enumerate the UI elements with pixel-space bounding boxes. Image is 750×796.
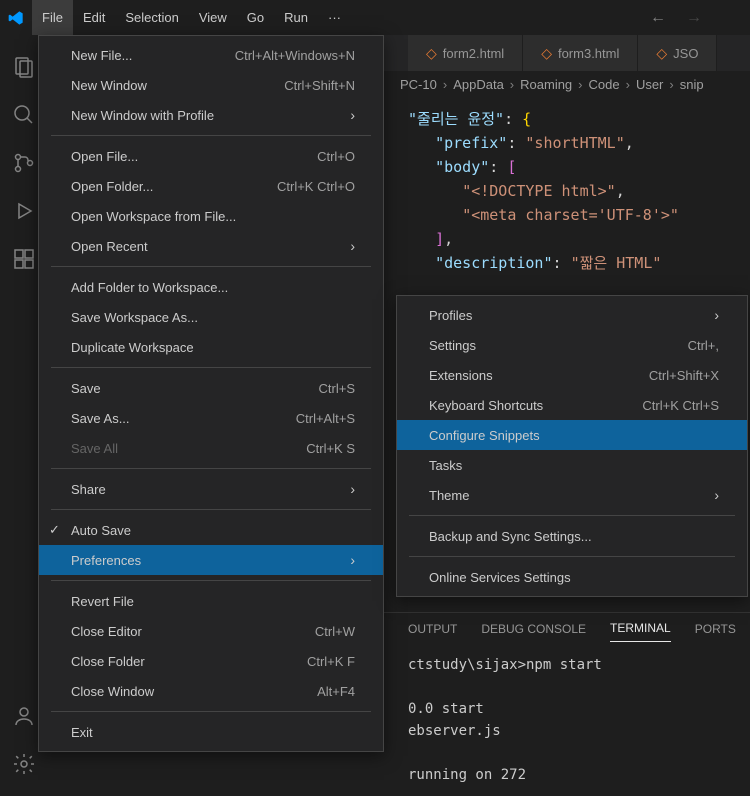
chevron-right-icon: › <box>350 238 355 254</box>
panel-tab-debug-console[interactable]: DEBUG CONSOLE <box>481 616 586 642</box>
preferences-submenu: Profiles›SettingsCtrl+,ExtensionsCtrl+Sh… <box>396 295 748 597</box>
menu-selection[interactable]: Selection <box>115 0 188 35</box>
menu-item-add-folder-to-workspace[interactable]: Add Folder to Workspace... <box>39 272 383 302</box>
html-file-icon: ◇ <box>541 45 552 62</box>
file-menu-dropdown: New File...Ctrl+Alt+Windows+NNew WindowC… <box>38 35 384 752</box>
menu-run[interactable]: Run <box>274 0 318 35</box>
menu-item-revert-file[interactable]: Revert File <box>39 586 383 616</box>
menu-item-open-folder[interactable]: Open Folder...Ctrl+K Ctrl+O <box>39 171 383 201</box>
vscode-logo-icon <box>8 10 24 26</box>
chevron-right-icon: › <box>350 481 355 497</box>
menu-view[interactable]: View <box>189 0 237 35</box>
submenu-item-profiles[interactable]: Profiles› <box>397 300 747 330</box>
chevron-right-icon: › <box>578 77 582 92</box>
chevron-right-icon: › <box>350 552 355 568</box>
menu-separator <box>51 509 371 510</box>
breadcrumb-item[interactable]: AppData <box>453 77 504 92</box>
menu-separator <box>51 135 371 136</box>
menu-item-save-as[interactable]: Save As...Ctrl+Alt+S <box>39 403 383 433</box>
menu-item-close-folder[interactable]: Close FolderCtrl+K F <box>39 646 383 676</box>
chevron-right-icon: › <box>626 77 630 92</box>
menu-go[interactable]: Go <box>237 0 274 35</box>
breadcrumb-item[interactable]: PC-10 <box>400 77 437 92</box>
nav-back-icon[interactable]: ← <box>650 9 666 27</box>
menu-separator <box>409 556 735 557</box>
submenu-item-keyboard-shortcuts[interactable]: Keyboard ShortcutsCtrl+K Ctrl+S <box>397 390 747 420</box>
breadcrumb-item[interactable]: snip <box>680 77 704 92</box>
submenu-item-configure-snippets[interactable]: Configure Snippets <box>397 420 747 450</box>
menu-edit[interactable]: Edit <box>73 0 115 35</box>
menu-file[interactable]: File <box>32 0 73 35</box>
panel-tab-output[interactable]: OUTPUT <box>408 616 457 642</box>
breadcrumb-item[interactable]: Code <box>589 77 620 92</box>
menu-item-close-window[interactable]: Close WindowAlt+F4 <box>39 676 383 706</box>
panel-tab-ports[interactable]: PORTS <box>695 616 736 642</box>
menu-item-save-all: Save AllCtrl+K S <box>39 433 383 463</box>
breadcrumb-item[interactable]: User <box>636 77 663 92</box>
nav-forward-icon[interactable]: → <box>686 9 702 27</box>
menu-item-open-file[interactable]: Open File...Ctrl+O <box>39 141 383 171</box>
chevron-right-icon: › <box>443 77 447 92</box>
submenu-item-tasks[interactable]: Tasks <box>397 450 747 480</box>
chevron-right-icon: › <box>510 77 514 92</box>
menu-item-share[interactable]: Share› <box>39 474 383 504</box>
menu-item-duplicate-workspace[interactable]: Duplicate Workspace <box>39 332 383 362</box>
submenu-item-backup-and-sync-settings[interactable]: Backup and Sync Settings... <box>397 521 747 551</box>
menu-separator <box>51 711 371 712</box>
menu-item-close-editor[interactable]: Close EditorCtrl+W <box>39 616 383 646</box>
menu-separator <box>409 515 735 516</box>
menu-item-save-workspace-as[interactable]: Save Workspace As... <box>39 302 383 332</box>
editor-tab[interactable]: ◇form3.html <box>523 35 638 71</box>
submenu-item-extensions[interactable]: ExtensionsCtrl+Shift+X <box>397 360 747 390</box>
menubar: FileEditSelectionViewGoRun <box>32 0 318 35</box>
menu-item-new-window[interactable]: New WindowCtrl+Shift+N <box>39 70 383 100</box>
submenu-item-online-services-settings[interactable]: Online Services Settings <box>397 562 747 592</box>
submenu-item-settings[interactable]: SettingsCtrl+, <box>397 330 747 360</box>
titlebar: FileEditSelectionViewGoRun ··· ← → <box>0 0 750 35</box>
menu-item-auto-save[interactable]: ✓Auto Save <box>39 515 383 545</box>
chevron-right-icon: › <box>714 307 719 323</box>
menu-item-new-window-with-profile[interactable]: New Window with Profile› <box>39 100 383 130</box>
html-file-icon: ◇ <box>656 45 667 62</box>
check-icon: ✓ <box>49 522 60 538</box>
menu-separator <box>51 266 371 267</box>
panel-tab-terminal[interactable]: TERMINAL <box>610 615 671 642</box>
menu-item-new-file[interactable]: New File...Ctrl+Alt+Windows+N <box>39 40 383 70</box>
chevron-right-icon: › <box>350 107 355 123</box>
submenu-item-theme[interactable]: Theme› <box>397 480 747 510</box>
menu-overflow-icon[interactable]: ··· <box>318 0 351 35</box>
menu-item-open-workspace-from-file[interactable]: Open Workspace from File... <box>39 201 383 231</box>
menu-item-save[interactable]: SaveCtrl+S <box>39 373 383 403</box>
html-file-icon: ◇ <box>426 45 437 62</box>
menu-separator <box>51 367 371 368</box>
chevron-right-icon: › <box>714 487 719 503</box>
menu-item-exit[interactable]: Exit <box>39 717 383 747</box>
editor-tab[interactable]: ◇JSO <box>638 35 717 71</box>
menu-item-open-recent[interactable]: Open Recent› <box>39 231 383 261</box>
menu-item-preferences[interactable]: Preferences› <box>39 545 383 575</box>
breadcrumb-item[interactable]: Roaming <box>520 77 572 92</box>
menu-separator <box>51 468 371 469</box>
menu-separator <box>51 580 371 581</box>
chevron-right-icon: › <box>669 77 673 92</box>
editor-tab[interactable]: ◇form2.html <box>408 35 523 71</box>
